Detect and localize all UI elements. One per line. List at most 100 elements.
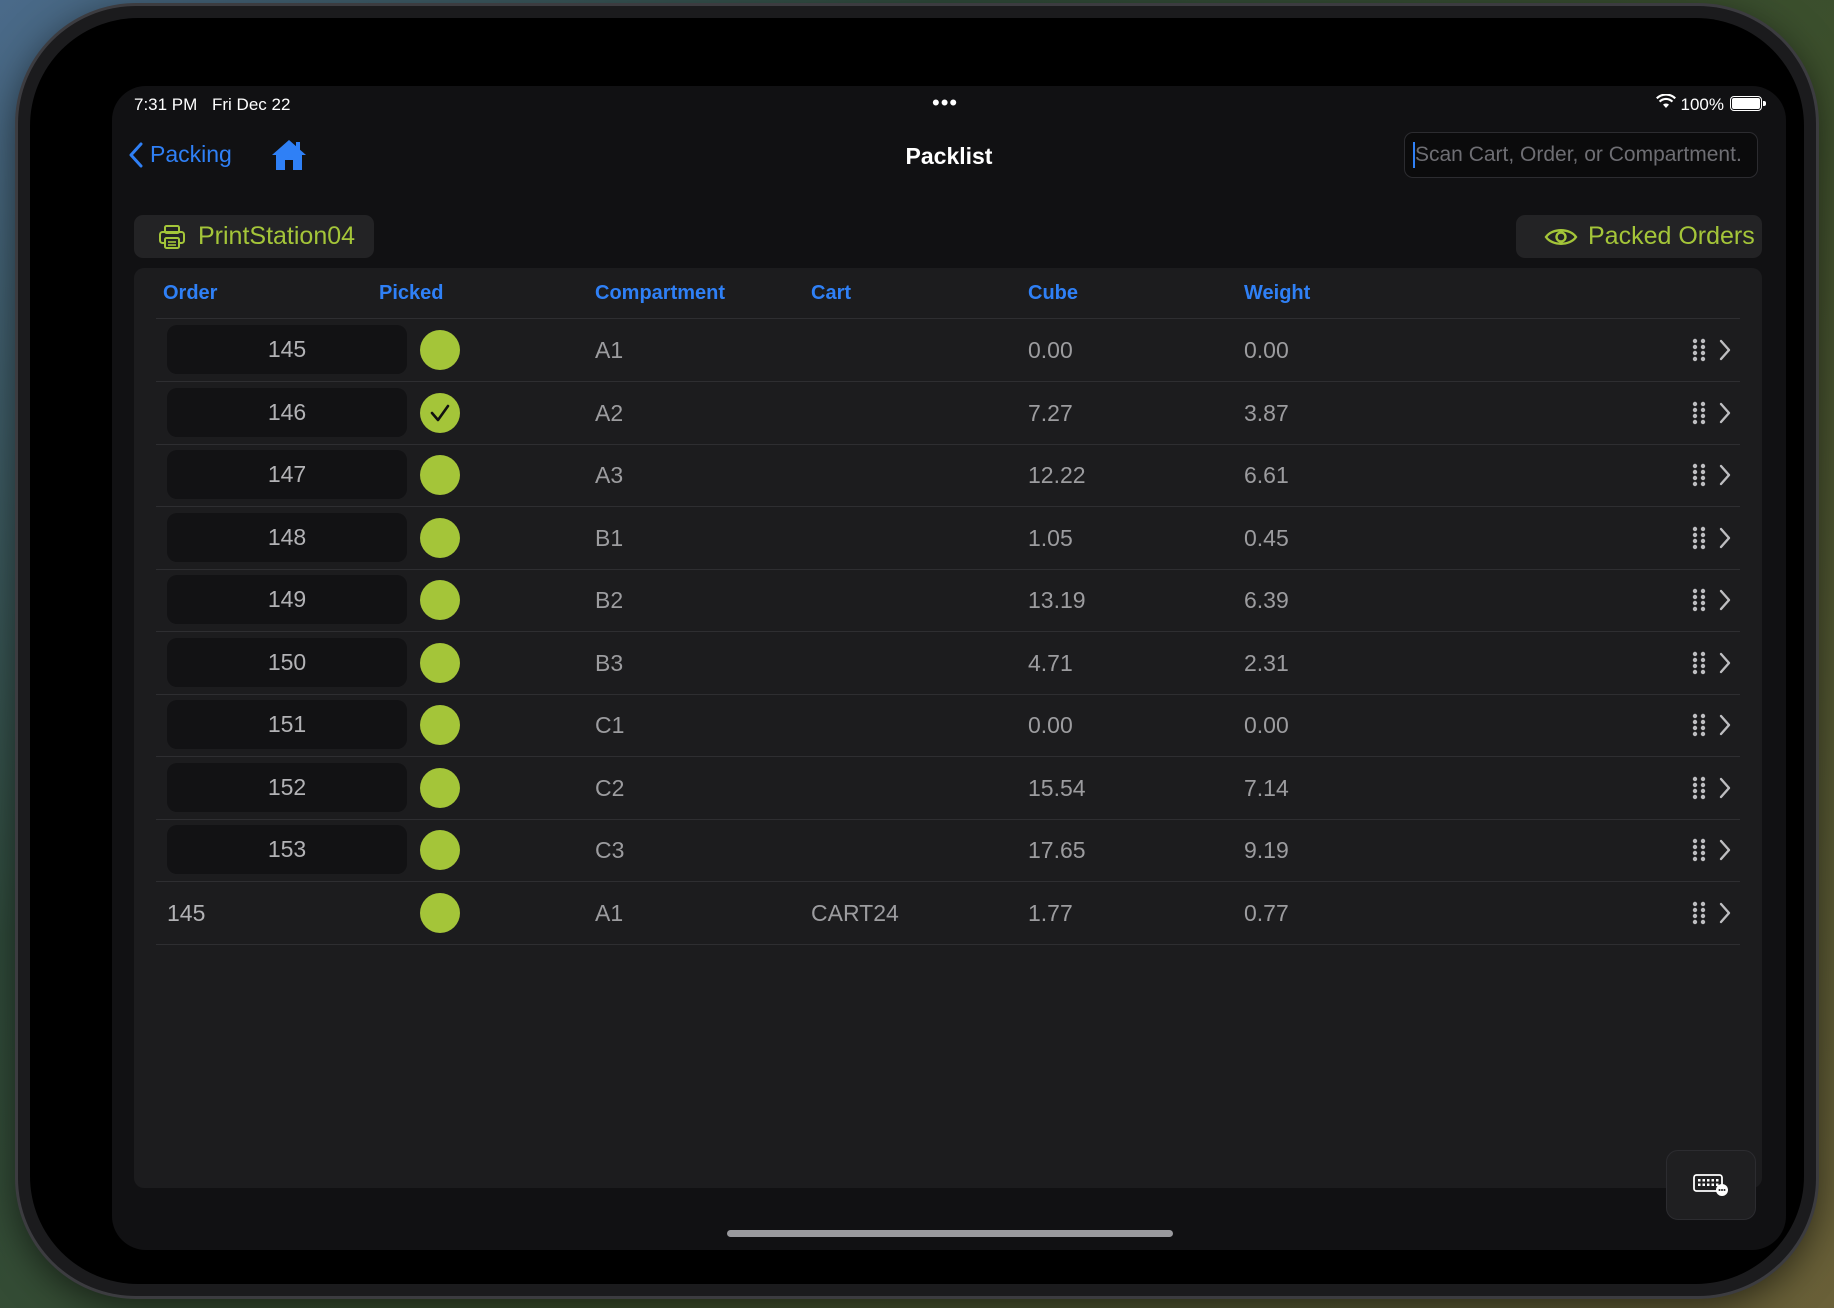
weight-cell: 0.00 (1244, 337, 1289, 363)
weight-cell: 7.14 (1244, 774, 1289, 801)
packlist-table: Order Picked Compartment Cart Cube Weigh… (134, 268, 1762, 1188)
table-row[interactable]: 146 A2 7.27 3.87 (156, 382, 1740, 445)
picked-check-icon (420, 392, 460, 433)
drag-handle-icon[interactable] (1692, 526, 1706, 555)
order-number-field[interactable]: 145 (167, 325, 407, 374)
chevron-right-icon[interactable] (1718, 776, 1732, 805)
picked-status-icon (420, 455, 460, 495)
drag-handle-icon[interactable] (1692, 651, 1706, 680)
order-number-field[interactable]: 147 (167, 450, 407, 499)
drag-handle-icon[interactable] (1692, 838, 1706, 867)
keyboard-button[interactable] (1666, 1150, 1756, 1220)
drag-handle-icon[interactable] (1692, 901, 1706, 930)
ipad-device: 7:31 PM Fri Dec 22 ••• 100% Packing Pack… (18, 6, 1816, 1296)
table-row[interactable]: 145 A1 CART24 1.77 0.77 (156, 882, 1740, 945)
table-row[interactable]: 151 C1 0.00 0.00 (156, 694, 1740, 757)
column-header-compartment[interactable]: Compartment (595, 282, 725, 305)
drag-handle-icon[interactable] (1692, 338, 1706, 367)
column-header-weight[interactable]: Weight (1244, 282, 1310, 305)
table-row[interactable]: 149 B2 13.19 6.39 (156, 569, 1740, 632)
chevron-right-icon[interactable] (1718, 588, 1732, 617)
compartment-cell: B2 (595, 587, 624, 613)
column-header-order[interactable]: Order (163, 282, 217, 305)
house-icon (272, 140, 306, 170)
weight-cell: 2.31 (1244, 649, 1289, 676)
cube-cell: 15.54 (1028, 774, 1086, 801)
drag-handle-icon[interactable] (1692, 588, 1706, 617)
cube-cell: 0.00 (1028, 337, 1073, 363)
order-number-field[interactable]: 146 (167, 387, 407, 437)
chevron-right-icon[interactable] (1718, 713, 1732, 742)
keyboard-icon (1693, 1174, 1728, 1196)
cube-cell: 4.71 (1028, 649, 1073, 676)
chevron-right-icon[interactable] (1718, 838, 1732, 867)
compartment-cell: C2 (595, 774, 625, 801)
cube-cell: 12.22 (1028, 462, 1086, 488)
screen: 7:31 PM Fri Dec 22 ••• 100% Packing Pack… (112, 86, 1786, 1250)
table-row[interactable]: 152 C2 15.54 7.14 (156, 757, 1740, 820)
wifi-icon (1656, 93, 1676, 114)
order-number: 145 (167, 899, 206, 926)
picked-status-icon (420, 517, 460, 558)
compartment-cell: A1 (595, 337, 624, 363)
drag-handle-icon[interactable] (1692, 463, 1706, 492)
cube-cell: 17.65 (1028, 837, 1086, 863)
picked-status-icon (420, 580, 460, 620)
picked-status-icon (420, 830, 460, 870)
compartment-cell: C3 (595, 837, 625, 863)
order-number-field[interactable]: 150 (167, 637, 407, 687)
packed-orders-button[interactable]: Packed Orders (1516, 215, 1762, 258)
column-header-cube[interactable]: Cube (1028, 282, 1078, 305)
chevron-right-icon[interactable] (1718, 463, 1732, 492)
order-number-field[interactable]: 149 (167, 575, 407, 624)
chevron-right-icon[interactable] (1718, 901, 1732, 930)
print-station-button[interactable]: PrintStation04 (134, 215, 374, 258)
table-row[interactable]: 150 B3 4.71 2.31 (156, 632, 1740, 695)
drag-handle-icon[interactable] (1692, 713, 1706, 742)
column-header-cart[interactable]: Cart (811, 282, 851, 305)
eye-icon (1544, 228, 1578, 245)
table-row[interactable]: 145 A1 0.00 0.00 (156, 319, 1740, 382)
table-row[interactable]: 153 C3 17.65 9.19 (156, 819, 1740, 882)
chevron-right-icon[interactable] (1718, 338, 1732, 367)
drag-handle-icon[interactable] (1692, 401, 1706, 430)
order-number-field[interactable]: 148 (167, 512, 407, 562)
compartment-cell: A2 (595, 399, 624, 426)
print-station-label: PrintStation04 (198, 222, 356, 250)
chevron-left-icon (129, 142, 143, 167)
back-button[interactable]: Packing (128, 141, 232, 168)
column-header-picked[interactable]: Picked (379, 282, 443, 305)
picked-status-icon (420, 767, 460, 808)
weight-cell: 0.77 (1244, 899, 1289, 926)
weight-cell: 6.39 (1244, 587, 1289, 613)
picked-status-icon (420, 705, 460, 745)
home-indicator[interactable] (727, 1230, 1173, 1237)
drag-handle-icon[interactable] (1692, 776, 1706, 805)
search-input[interactable] (1404, 132, 1758, 178)
home-button[interactable] (270, 138, 308, 177)
table-row[interactable]: 148 B1 1.05 0.45 (156, 507, 1740, 570)
battery-icon (1730, 96, 1766, 111)
order-number-field[interactable]: 151 (167, 700, 407, 749)
table-row[interactable]: 147 A3 12.22 6.61 (156, 444, 1740, 507)
order-number-field[interactable]: 152 (167, 762, 407, 812)
chevron-right-icon[interactable] (1718, 651, 1732, 680)
compartment-cell: B3 (595, 649, 624, 676)
order-number-field[interactable]: 153 (167, 825, 407, 874)
device-bezel: 7:31 PM Fri Dec 22 ••• 100% Packing Pack… (30, 18, 1804, 1284)
chevron-right-icon[interactable] (1718, 401, 1732, 430)
cube-cell: 1.05 (1028, 524, 1073, 551)
weight-cell: 0.00 (1244, 712, 1289, 738)
battery-percent: 100% (1680, 95, 1724, 114)
cube-cell: 0.00 (1028, 712, 1073, 738)
picked-status-icon (420, 642, 460, 683)
cube-cell: 13.19 (1028, 587, 1086, 613)
status-date: Fri Dec 22 (212, 95, 291, 114)
status-bar: 7:31 PM Fri Dec 22 ••• 100% (112, 86, 1786, 122)
cube-cell: 7.27 (1028, 399, 1073, 426)
weight-cell: 6.61 (1244, 462, 1289, 488)
multitasking-dots-icon[interactable]: ••• (932, 90, 958, 116)
compartment-cell: A1 (595, 899, 624, 926)
chevron-right-icon[interactable] (1718, 526, 1732, 555)
picked-status-icon (420, 330, 460, 370)
